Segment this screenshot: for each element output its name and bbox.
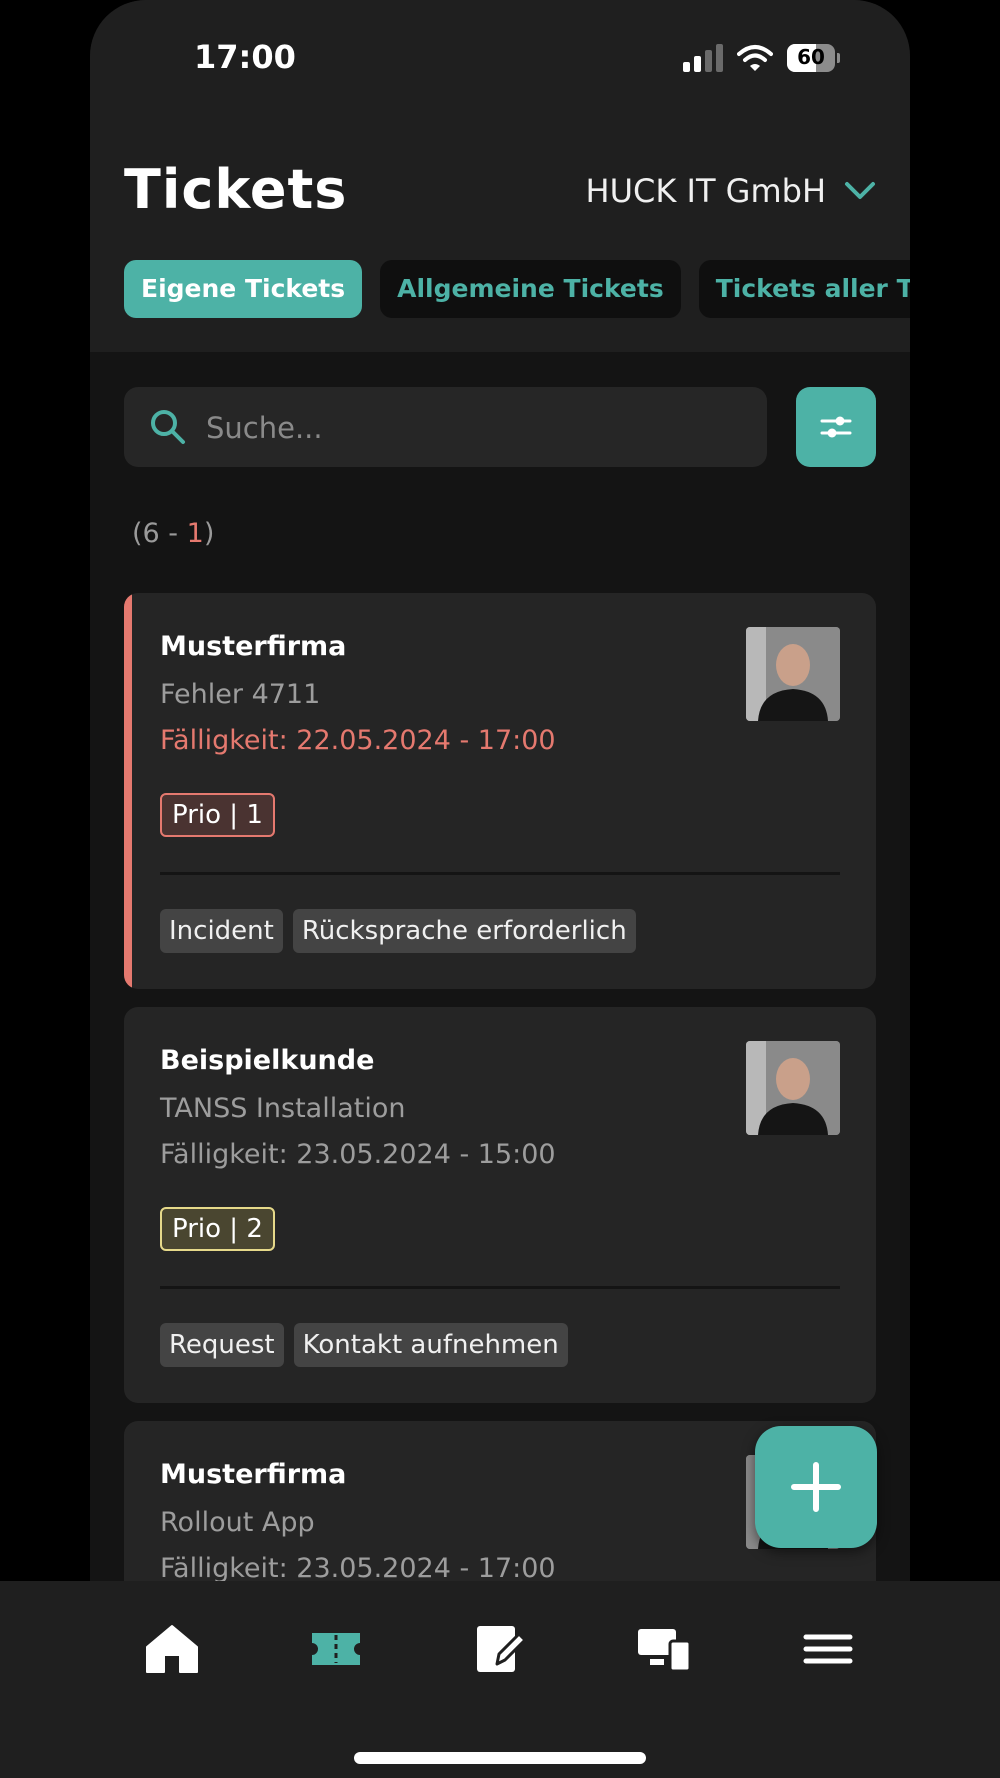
- priority-badge: Prio | 2: [160, 1207, 275, 1251]
- tag: Rücksprache erforderlich: [292, 909, 636, 953]
- ticket-card[interactable]: Musterfirma Fehler 4711 Fälligkeit: 22.0…: [124, 593, 876, 989]
- nav-home[interactable]: [132, 1609, 212, 1689]
- app-screen: 17:00 60 Tickets HUCK IT GmbH Eigene Tic…: [90, 0, 910, 1778]
- tag: Request: [160, 1323, 284, 1367]
- edit-icon: [477, 1626, 527, 1672]
- filter-button[interactable]: [796, 387, 876, 467]
- tab-all-technicians-tickets[interactable]: Tickets aller Tec: [698, 260, 910, 318]
- battery-icon: 60: [787, 44, 840, 72]
- header: 17:00 60 Tickets HUCK IT GmbH Eigene Tic…: [90, 0, 910, 352]
- ticket-company: Beispielkunde: [160, 1045, 375, 1076]
- battery-percentage: 60: [797, 45, 825, 69]
- plus-icon: [791, 1462, 841, 1512]
- overdue-count: 1: [186, 518, 204, 549]
- search-icon: [151, 410, 185, 444]
- tab-general-tickets[interactable]: Allgemeine Tickets: [380, 260, 681, 318]
- nav-menu[interactable]: [788, 1609, 868, 1689]
- overdue-indicator: [124, 593, 132, 989]
- ticket-due-date: Fälligkeit: 23.05.2024 - 15:00: [160, 1139, 556, 1170]
- ticket-tags: Request Kontakt aufnehmen: [160, 1323, 568, 1367]
- ticket-company: Musterfirma: [160, 1459, 347, 1490]
- priority-badge: Prio | 1: [160, 793, 275, 837]
- company-name: HUCK IT GmbH: [585, 172, 826, 210]
- ticket-company: Musterfirma: [160, 631, 347, 662]
- ticket-tabs: Eigene Tickets Allgemeine Tickets Ticket…: [124, 260, 910, 318]
- nav-devices[interactable]: [624, 1609, 704, 1689]
- search-input[interactable]: [204, 387, 748, 469]
- menu-icon: [803, 1634, 853, 1664]
- ticket-card[interactable]: Beispielkunde TANSS Installation Fälligk…: [124, 1007, 876, 1403]
- ticket-subject: Fehler 4711: [160, 679, 321, 710]
- bottom-navigation: [0, 1581, 1000, 1778]
- page-title: Tickets: [124, 158, 348, 221]
- add-ticket-button[interactable]: [755, 1426, 877, 1548]
- ticket-due-date: Fälligkeit: 23.05.2024 - 17:00: [160, 1553, 556, 1584]
- tag: Incident: [160, 909, 283, 953]
- home-icon: [146, 1625, 198, 1673]
- avatar: [746, 1041, 840, 1135]
- divider: [160, 872, 840, 875]
- ticket-icon: [312, 1633, 360, 1665]
- divider: [160, 1286, 840, 1289]
- nav-notes[interactable]: [460, 1609, 540, 1689]
- signal-icon: [683, 44, 723, 72]
- ticket-tags: Incident Rücksprache erforderlich: [160, 909, 636, 953]
- chevron-down-icon: [845, 182, 875, 199]
- tag: Kontakt aufnehmen: [293, 1323, 568, 1367]
- tab-own-tickets[interactable]: Eigene Tickets: [124, 260, 363, 318]
- ticket-subject: TANSS Installation: [160, 1093, 406, 1124]
- avatar: [746, 627, 840, 721]
- search-bar: [124, 387, 767, 469]
- status-time: 17:00: [194, 38, 296, 76]
- home-indicator[interactable]: [354, 1752, 646, 1764]
- sliders-icon: [820, 416, 852, 438]
- wifi-icon: [737, 45, 773, 71]
- nav-tickets[interactable]: [296, 1609, 376, 1689]
- devices-icon: [638, 1629, 692, 1673]
- ticket-subject: Rollout App: [160, 1507, 315, 1538]
- company-selector[interactable]: HUCK IT GmbH: [586, 172, 876, 210]
- ticket-count: (6 - 1): [132, 518, 215, 549]
- ticket-due-date: Fälligkeit: 22.05.2024 - 17:00: [160, 725, 556, 756]
- status-icons: 60: [683, 44, 840, 72]
